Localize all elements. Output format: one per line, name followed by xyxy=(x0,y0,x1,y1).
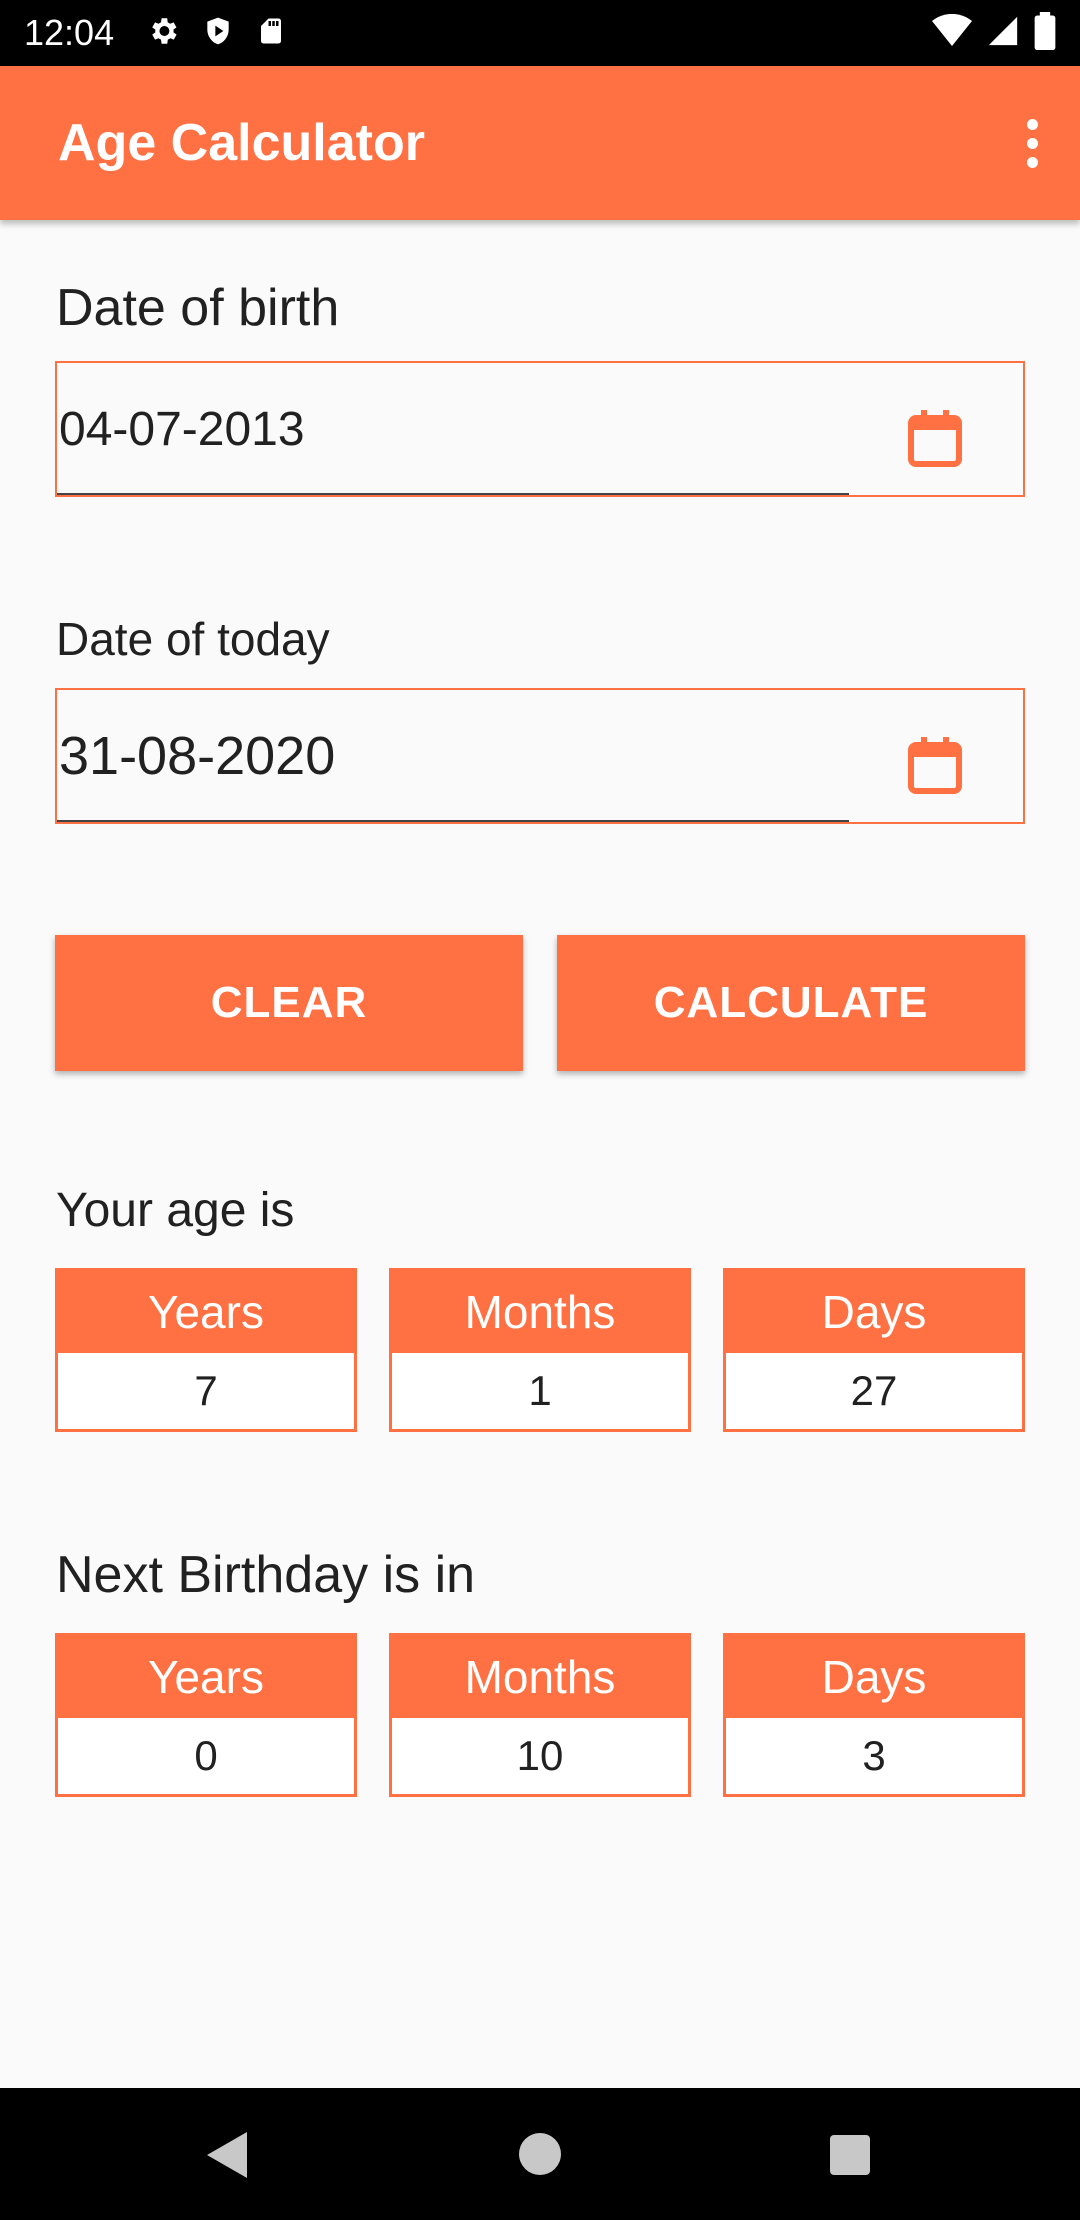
calendar-icon[interactable] xyxy=(907,408,963,468)
age-months-header: Months xyxy=(392,1271,688,1353)
next-days-box: Days 3 xyxy=(723,1633,1025,1797)
battery-icon xyxy=(1034,11,1056,55)
age-months-value: 1 xyxy=(528,1367,552,1414)
status-icons-right xyxy=(932,11,1056,55)
today-date-value: 31-08-2020 xyxy=(59,726,336,786)
age-months-box: Months 1 xyxy=(389,1268,691,1432)
navigation-bar xyxy=(0,2088,1080,2220)
status-time: 12:04 xyxy=(24,12,115,53)
age-days-box: Days 27 xyxy=(723,1268,1025,1432)
birth-date-value: 04-07-2013 xyxy=(59,402,305,456)
calendar-icon[interactable] xyxy=(907,735,963,795)
next-days-header: Days xyxy=(726,1636,1022,1718)
next-years-header: Years xyxy=(58,1636,354,1718)
wifi-icon xyxy=(932,13,972,53)
shield-icon xyxy=(202,14,234,53)
next-months-box: Months 10 xyxy=(389,1633,691,1797)
signal-icon xyxy=(986,14,1020,53)
home-icon[interactable] xyxy=(518,2132,562,2181)
today-date-field[interactable]: 31-08-2020 xyxy=(55,688,1025,824)
birth-date-field[interactable]: 04-07-2013 xyxy=(55,361,1025,497)
age-label: Your age is xyxy=(56,1184,295,1237)
today-label: Date of today xyxy=(56,613,330,665)
age-days-header: Days xyxy=(726,1271,1022,1353)
next-birthday-label: Next Birthday is in xyxy=(56,1546,476,1604)
next-months-value: 10 xyxy=(516,1732,564,1779)
next-days-value: 3 xyxy=(862,1732,886,1779)
more-vert-icon[interactable] xyxy=(1008,103,1056,183)
next-months-header: Months xyxy=(392,1636,688,1718)
sd-card-icon xyxy=(256,14,286,53)
age-years-box: Years 7 xyxy=(55,1268,357,1432)
next-years-box: Years 0 xyxy=(55,1633,357,1797)
calculate-button[interactable]: CALCULATE xyxy=(557,935,1025,1071)
back-icon[interactable] xyxy=(203,2130,249,2185)
age-years-value: 7 xyxy=(194,1367,218,1414)
settings-icon xyxy=(146,14,180,53)
status-icons-left xyxy=(146,14,286,53)
today-field-underline xyxy=(57,820,849,822)
recents-icon[interactable] xyxy=(829,2134,871,2181)
age-years-header: Years xyxy=(58,1271,354,1353)
clear-button[interactable]: CLEAR xyxy=(55,935,523,1071)
app-title: Age Calculator xyxy=(58,114,425,172)
app-bar: Age Calculator xyxy=(0,66,1080,220)
birth-field-underline xyxy=(57,493,849,495)
birth-label: Date of birth xyxy=(56,279,340,337)
status-bar: 12:04 xyxy=(0,0,1080,66)
age-days-value: 27 xyxy=(850,1367,898,1414)
next-years-value: 0 xyxy=(194,1732,218,1779)
